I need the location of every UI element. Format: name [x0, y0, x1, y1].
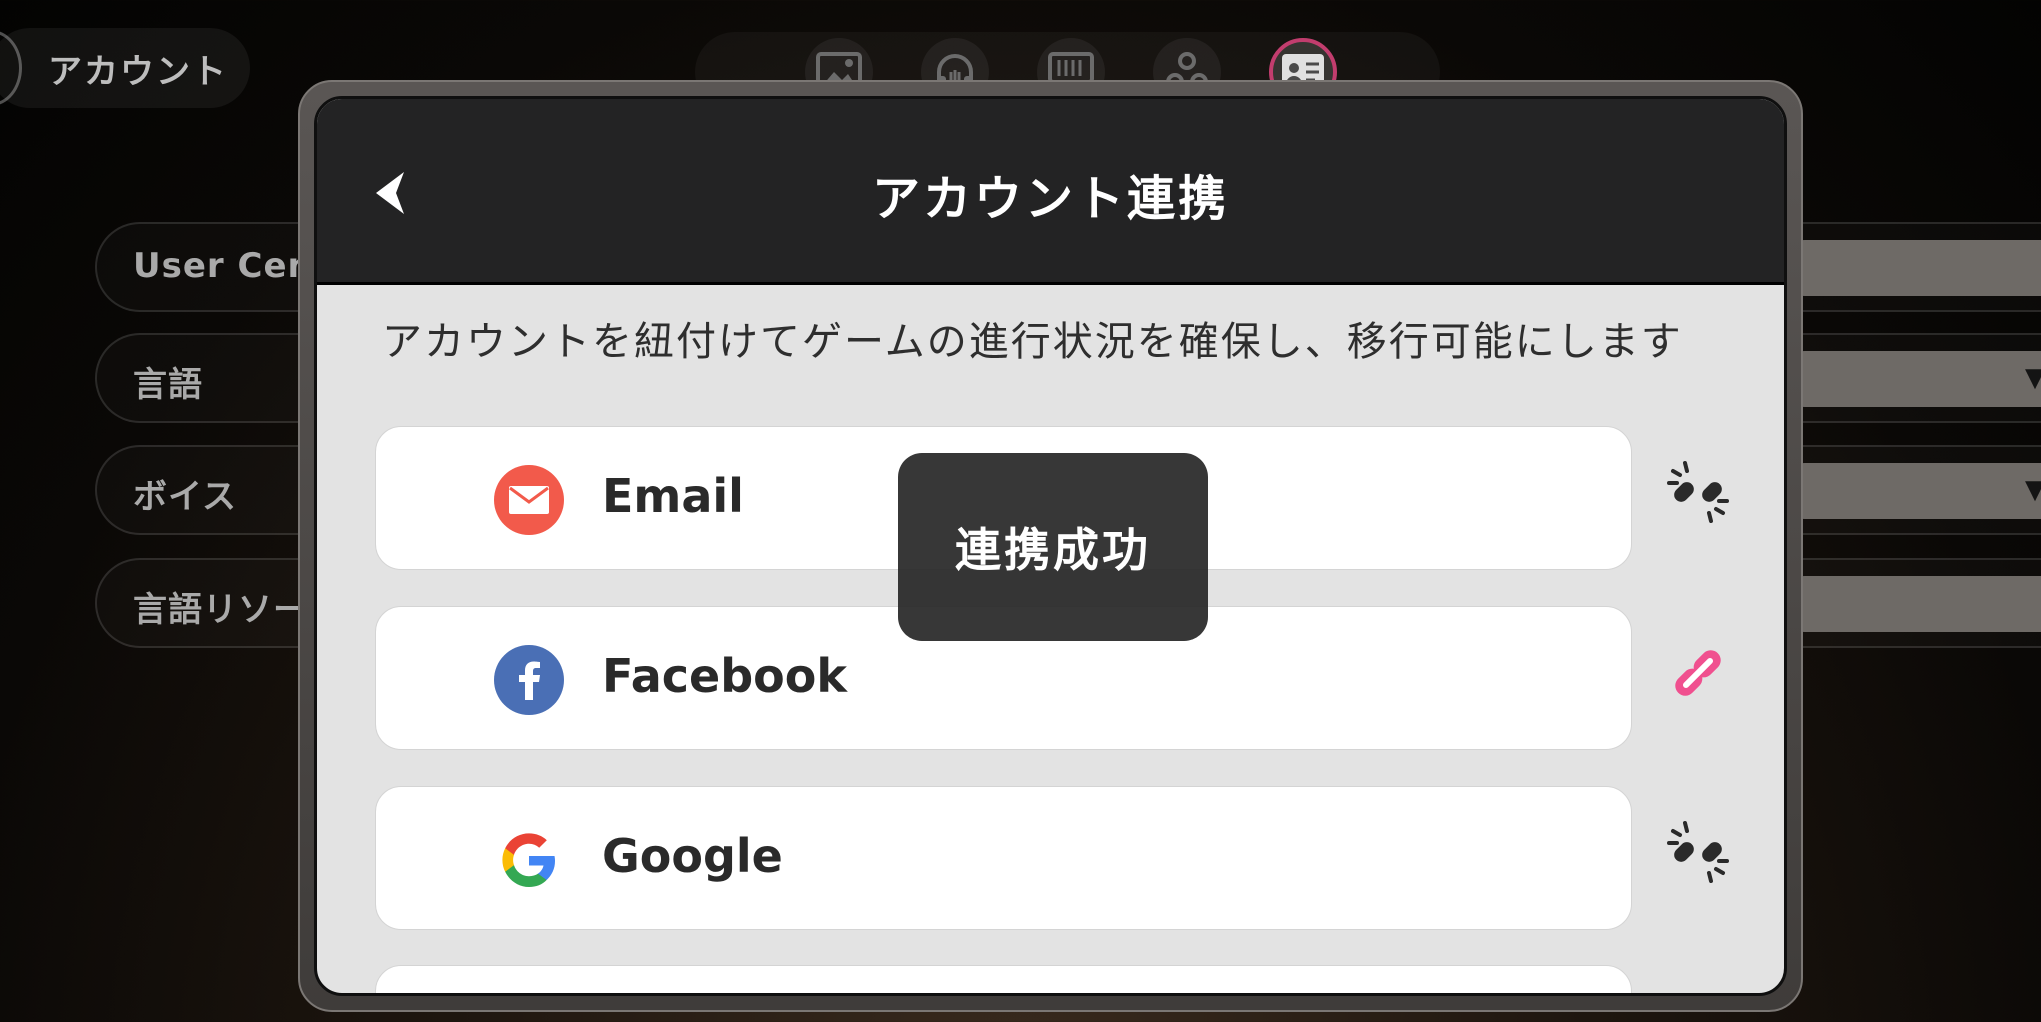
setting-dropdown[interactable] — [1777, 351, 2041, 407]
facebook-icon — [494, 645, 564, 715]
account-name: Facebook — [602, 649, 847, 703]
setting-dropdown[interactable] — [1777, 463, 2041, 519]
page-title-pill: アカウント — [0, 28, 250, 108]
setting-label: 言語 — [133, 365, 203, 405]
dropdown-caret-icon: ▼ — [2025, 363, 2041, 393]
setting-button[interactable] — [1777, 240, 2041, 296]
google-icon — [494, 825, 564, 895]
dialog-description: アカウントを紐付けてゲームの進行状況を確保し、移行可能にします — [382, 319, 1683, 365]
setting-label: ボイス — [133, 477, 237, 517]
toast-message: 連携成功 — [955, 523, 1151, 577]
account-name: Email — [602, 469, 744, 523]
dialog-title: アカウント連携 — [871, 171, 1229, 227]
dropdown-caret-icon: ▼ — [2025, 475, 2041, 505]
account-row-partial[interactable] — [375, 965, 1632, 993]
email-icon — [494, 465, 564, 535]
setting-button[interactable] — [1777, 576, 2041, 632]
account-name: Google — [602, 829, 783, 883]
account-row-google[interactable]: Google — [375, 786, 1632, 930]
dialog-header: アカウント連携 — [317, 99, 1784, 285]
link-icon[interactable] — [1661, 636, 1735, 710]
broken-link-icon[interactable] — [1661, 815, 1735, 889]
toast-notification: 連携成功 — [898, 453, 1208, 641]
broken-link-icon[interactable] — [1661, 455, 1735, 529]
page-title: アカウント — [48, 51, 228, 92]
